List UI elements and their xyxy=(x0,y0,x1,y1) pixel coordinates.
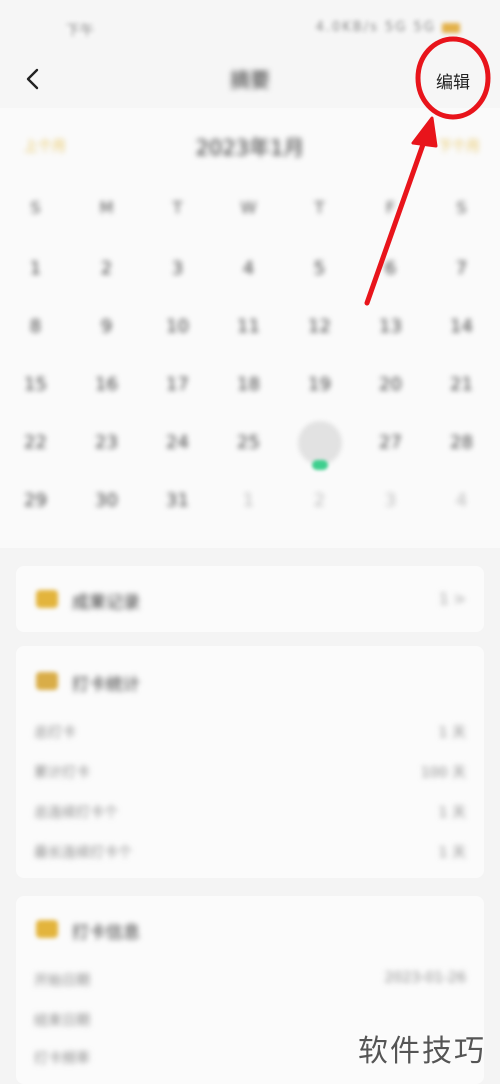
status-icons: 4.0KB/s 5G 5G xyxy=(316,20,460,35)
info-row: 开始日期 2023-01-26 xyxy=(34,970,466,994)
status-icons-text: 4.0KB/s 5G 5G xyxy=(315,20,436,35)
calendar-day[interactable]: 21 xyxy=(426,374,497,395)
today-highlight xyxy=(298,421,342,465)
calendar-day[interactable]: 18 xyxy=(213,374,284,395)
watermark: 软件技巧 xyxy=(358,1034,486,1069)
calendar-day[interactable]: 22 xyxy=(0,432,71,453)
calendar-day[interactable]: 6 xyxy=(355,258,426,279)
stat-label: 累计打卡 xyxy=(34,765,90,781)
calendar-day[interactable]: 24 xyxy=(142,432,213,453)
calendar-day[interactable]: 25 xyxy=(213,432,284,453)
status-bar: 下午 4.0KB/s 5G 5G xyxy=(0,0,500,56)
weekday-label: S xyxy=(30,198,41,217)
calendar-day[interactable]: 27 xyxy=(355,432,426,453)
stat-row: 最长连续打卡个 1 天 xyxy=(34,842,466,866)
calendar-day[interactable]: 15 xyxy=(0,374,71,395)
weekday-label: F xyxy=(385,198,396,217)
calendar-day[interactable]: 7 xyxy=(426,258,497,279)
stat-label: 最长连续打卡个 xyxy=(34,845,132,861)
stat-row: 累计打卡 100 天 xyxy=(34,762,466,786)
stat-value: 1 天 xyxy=(438,725,466,741)
calendar-day[interactable]: 19 xyxy=(284,374,355,395)
stat-label: 总打卡 xyxy=(34,725,76,741)
month-label: 2023年1月 xyxy=(195,136,305,160)
records-card[interactable]: 成果记录 1 > xyxy=(16,566,484,632)
weekday-label: M xyxy=(99,198,114,217)
edit-button[interactable]: 编辑 xyxy=(436,68,470,93)
calendar-day[interactable]: 13 xyxy=(355,316,426,337)
calendar-day[interactable]: 30 xyxy=(71,490,142,511)
calendar-day[interactable]: 12 xyxy=(284,316,355,337)
calendar: 上个月 2023年1月 下个月 S M T W T F S 1 2 3 4 5 6 7 8 9 10 11 12 13… xyxy=(0,108,500,548)
stat-value: 100 天 xyxy=(420,765,466,781)
calendar-day[interactable]: 29 xyxy=(0,490,71,511)
weekday-label: T xyxy=(314,198,325,217)
calendar-day[interactable]: 11 xyxy=(213,316,284,337)
info-icon xyxy=(36,920,58,938)
stat-value: 1 天 xyxy=(438,845,466,861)
calendar-day[interactable]: 3 xyxy=(355,490,426,511)
status-time: 下午 xyxy=(66,23,94,39)
calendar-day[interactable]: 3 xyxy=(142,258,213,279)
calendar-day[interactable]: 5 xyxy=(284,258,355,279)
weekday-label: S xyxy=(456,198,467,217)
info-title: 打卡信息 xyxy=(72,923,140,943)
calendar-day[interactable]: 31 xyxy=(142,490,213,511)
calendar-day[interactable]: 16 xyxy=(71,374,142,395)
stats-icon xyxy=(36,672,58,690)
calendar-day[interactable]: 28 xyxy=(426,432,497,453)
weekday-label: T xyxy=(172,198,183,217)
stat-value: 1 天 xyxy=(438,805,466,821)
info-label: 打卡频率 xyxy=(34,1051,90,1067)
calendar-day[interactable]: 2 xyxy=(284,490,355,511)
stats-title: 打卡统计 xyxy=(72,675,140,695)
records-title: 成果记录 xyxy=(72,593,140,613)
calendar-day[interactable]: 23 xyxy=(71,432,142,453)
calendar-day[interactable]: 8 xyxy=(0,316,71,337)
calendar-day[interactable]: 1 xyxy=(0,258,71,279)
info-label: 结束日期 xyxy=(34,1013,90,1029)
calendar-day[interactable]: 9 xyxy=(71,316,142,337)
stat-row: 总连续打卡个 1 天 xyxy=(34,802,466,826)
weekday-label: W xyxy=(240,198,257,217)
page-title: 摘要 xyxy=(230,68,270,92)
calendar-day[interactable]: 14 xyxy=(426,316,497,337)
records-count: 1 > xyxy=(439,590,466,608)
top-bar: 摘要 编辑 xyxy=(0,56,500,108)
checkin-dot xyxy=(312,460,328,470)
records-icon xyxy=(36,590,58,608)
info-label: 开始日期 xyxy=(34,973,90,989)
calendar-day[interactable]: 10 xyxy=(142,316,213,337)
stats-card: 打卡统计 总打卡 1 天 累计打卡 100 天 总连续打卡个 1 天 最长连续打… xyxy=(16,646,484,878)
info-value: 2023-01-26 xyxy=(384,970,466,986)
stat-label: 总连续打卡个 xyxy=(34,805,118,821)
calendar-day[interactable]: 17 xyxy=(142,374,213,395)
month-navigation: 上个月 2023年1月 下个月 xyxy=(0,128,500,164)
calendar-day[interactable]: 1 xyxy=(213,490,284,511)
next-month-button[interactable]: 下个月 xyxy=(438,136,480,156)
battery-icon xyxy=(442,22,460,33)
calendar-day[interactable]: 4 xyxy=(426,490,497,511)
calendar-day[interactable]: 2 xyxy=(71,258,142,279)
screen: 下午 4.0KB/s 5G 5G 摘要 编辑 上个月 2023年1月 下个月 S… xyxy=(0,0,500,1084)
stat-row: 总打卡 1 天 xyxy=(34,722,466,746)
calendar-day[interactable]: 20 xyxy=(355,374,426,395)
calendar-day[interactable]: 4 xyxy=(213,258,284,279)
